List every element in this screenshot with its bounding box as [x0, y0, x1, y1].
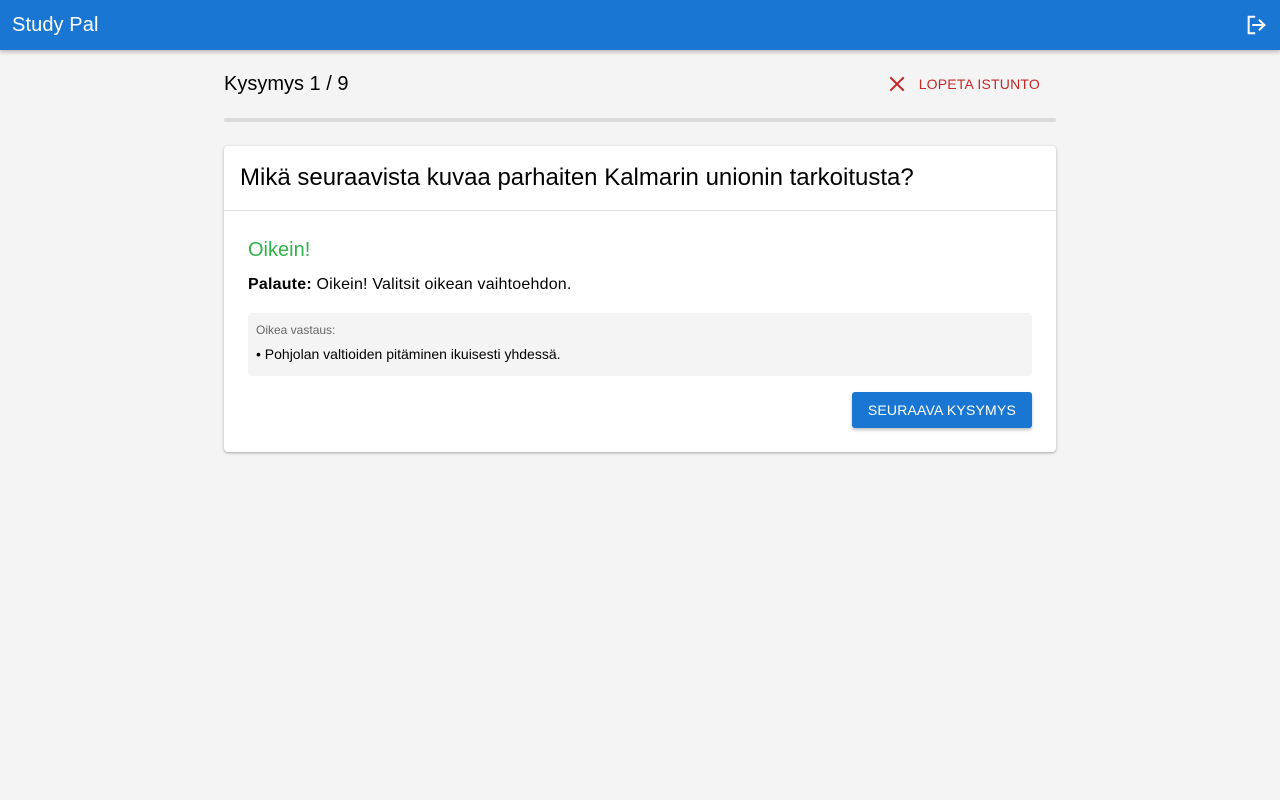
- logout-button[interactable]: [1240, 9, 1272, 41]
- result-title: Oikein!: [248, 239, 311, 261]
- question-counter: Kysymys 1 / 9: [224, 72, 349, 95]
- correct-answer-box: Oikea vastaus: • Pohjolan valtioiden pit…: [248, 313, 1032, 376]
- app-title: Study Pal: [12, 13, 99, 36]
- logout-icon: [1247, 15, 1266, 35]
- app-bar: Study Pal: [0, 0, 1280, 50]
- end-session-label: Lopeta istunto: [918, 76, 1040, 92]
- correct-answer-item: • Pohjolan valtioiden pitäminen ikuisest…: [256, 346, 561, 362]
- progress-bar: [224, 118, 1056, 122]
- session-main: Kysymys 1 / 9 Lopeta istunto Mikä seuraa…: [224, 50, 1056, 452]
- result-section: Oikein! Palaute: Oikein! Valitsit oikean…: [224, 211, 1056, 452]
- question-text: Mikä seuraavista kuvaa parhaiten Kalmari…: [240, 164, 914, 191]
- card-actions: Seuraava kysymys: [248, 392, 1032, 428]
- question-header: Mikä seuraavista kuvaa parhaiten Kalmari…: [224, 146, 1056, 211]
- feedback-text: Oikein! Valitsit oikean vaihtoehdon.: [311, 276, 572, 293]
- feedback-label: Palaute:: [248, 276, 312, 293]
- feedback-line: Palaute: Oikein! Valitsit oikean vaihtoe…: [248, 276, 1032, 294]
- close-icon: [885, 72, 909, 96]
- session-header: Kysymys 1 / 9 Lopeta istunto: [224, 50, 1056, 118]
- end-session-button[interactable]: Lopeta istunto: [885, 66, 1056, 102]
- correct-answer-label: Oikea vastaus:: [256, 323, 336, 337]
- next-question-button[interactable]: Seuraava kysymys: [851, 392, 1032, 428]
- question-card: Mikä seuraavista kuvaa parhaiten Kalmari…: [224, 146, 1056, 452]
